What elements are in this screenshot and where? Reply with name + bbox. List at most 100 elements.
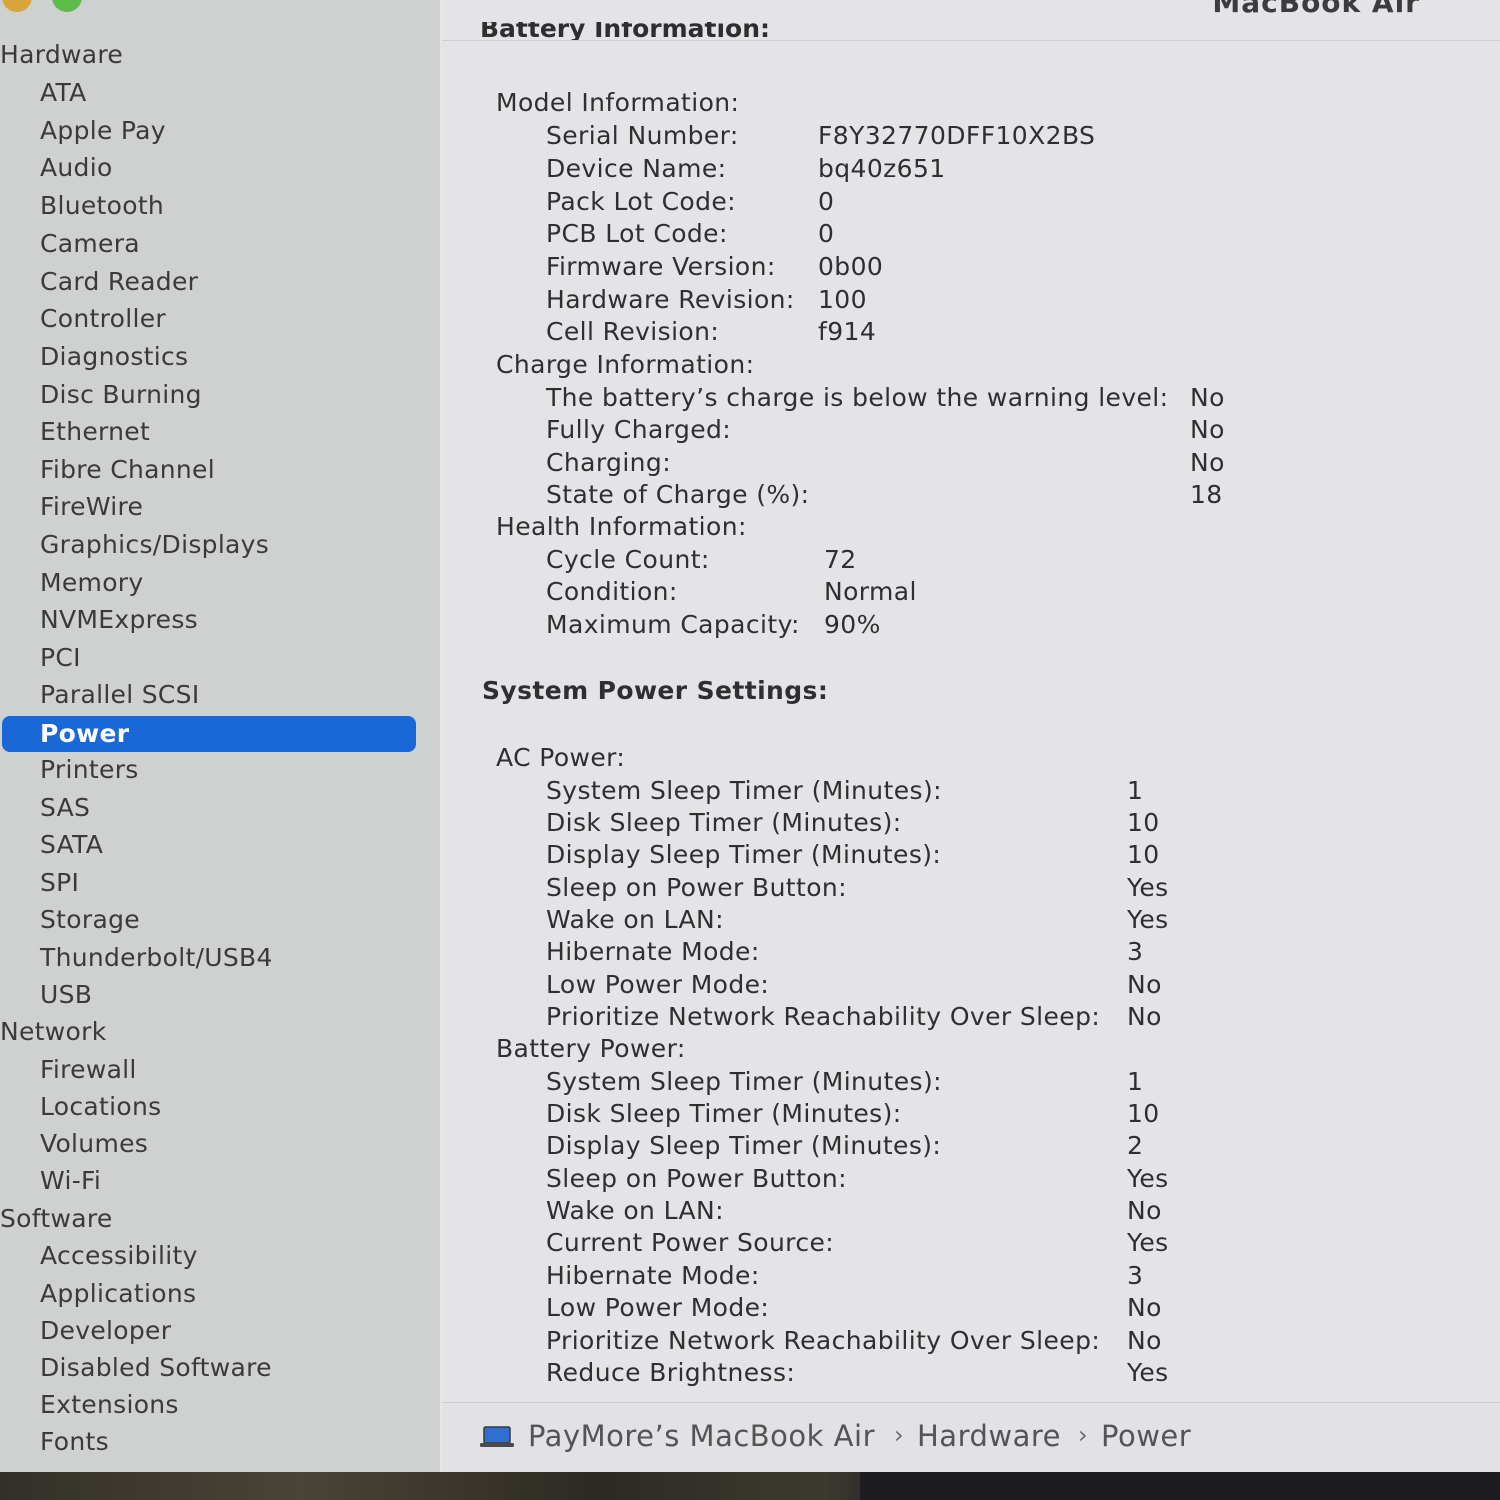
sidebar: Hardware ATA Apple Pay Audio Bluetooth C…: [0, 0, 440, 1472]
condition-label: Condition:: [546, 577, 678, 606]
bat-display-sleep-label: Display Sleep Timer (Minutes):: [546, 1131, 942, 1160]
zoom-button[interactable]: [52, 0, 82, 12]
sidebar-item-bluetooth[interactable]: Bluetooth: [40, 188, 164, 224]
sidebar-item-ata[interactable]: ATA: [40, 75, 87, 111]
charging-label: Charging:: [546, 448, 672, 477]
sidebar-item-wi-fi[interactable]: Wi-Fi: [40, 1163, 101, 1199]
minimize-button[interactable]: [2, 0, 32, 12]
cycle-count-label: Cycle Count:: [546, 545, 710, 574]
content-pane: MacBook Air Battery Information: Model I…: [442, 0, 1500, 1472]
sidebar-item-pci[interactable]: PCI: [40, 640, 81, 676]
sidebar-item-accessibility[interactable]: Accessibility: [40, 1238, 198, 1274]
below-warning-value: No: [1190, 383, 1225, 412]
sidebar-item-usb[interactable]: USB: [40, 977, 92, 1013]
sidebar-item-applications[interactable]: Applications: [40, 1276, 196, 1312]
sidebar-item-spi[interactable]: SPI: [40, 865, 79, 901]
bat-prioritize-network-value: No: [1127, 1326, 1162, 1355]
sidebar-item-locations[interactable]: Locations: [40, 1089, 161, 1125]
bat-current-power-source-value: Yes: [1127, 1228, 1169, 1257]
cycle-count-value: 72: [824, 545, 857, 574]
sidebar-category-software[interactable]: Software: [0, 1201, 113, 1237]
maximum-capacity-value: 90%: [824, 610, 881, 639]
hardware-revision-value: 100: [818, 285, 867, 314]
title-divider: [442, 40, 1500, 41]
breadcrumb-computer[interactable]: PayMore’s MacBook Air: [528, 1419, 875, 1453]
model-information-heading: Model Information:: [496, 88, 740, 117]
ac-low-power-mode-value: No: [1127, 970, 1162, 999]
serial-number-label: Serial Number:: [546, 121, 739, 150]
sidebar-item-extensions[interactable]: Extensions: [40, 1387, 179, 1423]
bat-disk-sleep-label: Disk Sleep Timer (Minutes):: [546, 1099, 902, 1128]
ac-wake-on-lan-value: Yes: [1127, 905, 1169, 934]
pack-lot-code-value: 0: [818, 187, 835, 216]
charging-value: No: [1190, 448, 1225, 477]
sidebar-item-disabled-software[interactable]: Disabled Software: [40, 1350, 272, 1386]
below-warning-label: The battery’s charge is below the warnin…: [546, 383, 1169, 412]
sidebar-item-nvmexpress[interactable]: NVMExpress: [40, 602, 198, 638]
bat-reduce-brightness-value: Yes: [1127, 1358, 1169, 1387]
state-of-charge-value: 18: [1190, 480, 1223, 509]
sidebar-item-diagnostics[interactable]: Diagnostics: [40, 339, 188, 375]
bat-sleep-power-button-value: Yes: [1127, 1164, 1169, 1193]
fully-charged-label: Fully Charged:: [546, 415, 732, 444]
sidebar-item-camera[interactable]: Camera: [40, 226, 140, 262]
sidebar-item-volumes[interactable]: Volumes: [40, 1126, 148, 1162]
sidebar-item-graphics-displays[interactable]: Graphics/Displays: [40, 527, 269, 563]
sidebar-category-network[interactable]: Network: [0, 1014, 106, 1050]
device-name-value: bq40z651: [818, 154, 946, 183]
ac-hibernate-mode-label: Hibernate Mode:: [546, 937, 760, 966]
path-bar: PayMore’s MacBook Air › Hardware › Power: [442, 1403, 1500, 1472]
ac-wake-on-lan-label: Wake on LAN:: [546, 905, 724, 934]
ac-system-sleep-value: 1: [1127, 776, 1144, 805]
sidebar-item-sas[interactable]: SAS: [40, 790, 90, 826]
system-power-settings-heading: System Power Settings:: [482, 676, 829, 705]
sidebar-item-controller[interactable]: Controller: [40, 301, 166, 337]
sidebar-item-fonts[interactable]: Fonts: [40, 1424, 109, 1460]
hardware-revision-label: Hardware Revision:: [546, 285, 795, 314]
bat-reduce-brightness-label: Reduce Brightness:: [546, 1358, 796, 1387]
system-information-window: Hardware ATA Apple Pay Audio Bluetooth C…: [0, 0, 1500, 1472]
device-name-label: Device Name:: [546, 154, 727, 183]
sidebar-item-firewire[interactable]: FireWire: [40, 489, 143, 525]
sidebar-item-card-reader[interactable]: Card Reader: [40, 264, 198, 300]
sidebar-item-printers[interactable]: Printers: [40, 752, 139, 788]
breadcrumb-separator: ›: [894, 1421, 904, 1449]
bat-hibernate-mode-value: 3: [1127, 1261, 1144, 1290]
health-information-heading: Health Information:: [496, 512, 747, 541]
condition-value: Normal: [824, 577, 917, 606]
ac-low-power-mode-label: Low Power Mode:: [546, 970, 770, 999]
sidebar-item-memory[interactable]: Memory: [40, 565, 143, 601]
bat-hibernate-mode-label: Hibernate Mode:: [546, 1261, 760, 1290]
breadcrumb-hardware[interactable]: Hardware: [917, 1419, 1061, 1453]
breadcrumb-power[interactable]: Power: [1101, 1419, 1191, 1453]
sidebar-item-disc-burning[interactable]: Disc Burning: [40, 377, 202, 413]
window-title: MacBook Air: [1212, 0, 1420, 19]
sidebar-category-hardware[interactable]: Hardware: [0, 37, 123, 73]
sidebar-item-ethernet[interactable]: Ethernet: [40, 414, 150, 450]
ac-display-sleep-label: Display Sleep Timer (Minutes):: [546, 840, 942, 869]
sidebar-item-audio[interactable]: Audio: [40, 150, 113, 186]
ac-system-sleep-label: System Sleep Timer (Minutes):: [546, 776, 942, 805]
bat-sleep-power-button-label: Sleep on Power Button:: [546, 1164, 847, 1193]
monitor-bezel: [860, 1472, 1500, 1500]
sidebar-item-firewall[interactable]: Firewall: [40, 1052, 137, 1088]
sidebar-item-apple-pay[interactable]: Apple Pay: [40, 113, 166, 149]
sidebar-item-developer[interactable]: Developer: [40, 1313, 171, 1349]
sidebar-item-storage[interactable]: Storage: [40, 902, 140, 938]
firmware-version-value: 0b00: [818, 252, 884, 281]
sidebar-item-parallel-scsi[interactable]: Parallel SCSI: [40, 677, 200, 713]
sidebar-item-thunderbolt-usb4[interactable]: Thunderbolt/USB4: [40, 940, 273, 976]
bat-prioritize-network-label: Prioritize Network Reachability Over Sle…: [546, 1326, 1101, 1355]
sidebar-item-sata[interactable]: SATA: [40, 827, 103, 863]
ac-sleep-power-button-value: Yes: [1127, 873, 1169, 902]
bat-display-sleep-value: 2: [1127, 1131, 1144, 1160]
bat-wake-on-lan-value: No: [1127, 1196, 1162, 1225]
fully-charged-value: No: [1190, 415, 1225, 444]
sidebar-item-fibre-channel[interactable]: Fibre Channel: [40, 452, 215, 488]
sidebar-item-power[interactable]: Power: [40, 716, 129, 752]
pcb-lot-code-value: 0: [818, 219, 835, 248]
bat-low-power-mode-value: No: [1127, 1293, 1162, 1322]
breadcrumb-separator: ›: [1078, 1421, 1088, 1449]
bat-disk-sleep-value: 10: [1127, 1099, 1160, 1128]
charge-information-heading: Charge Information:: [496, 350, 755, 379]
